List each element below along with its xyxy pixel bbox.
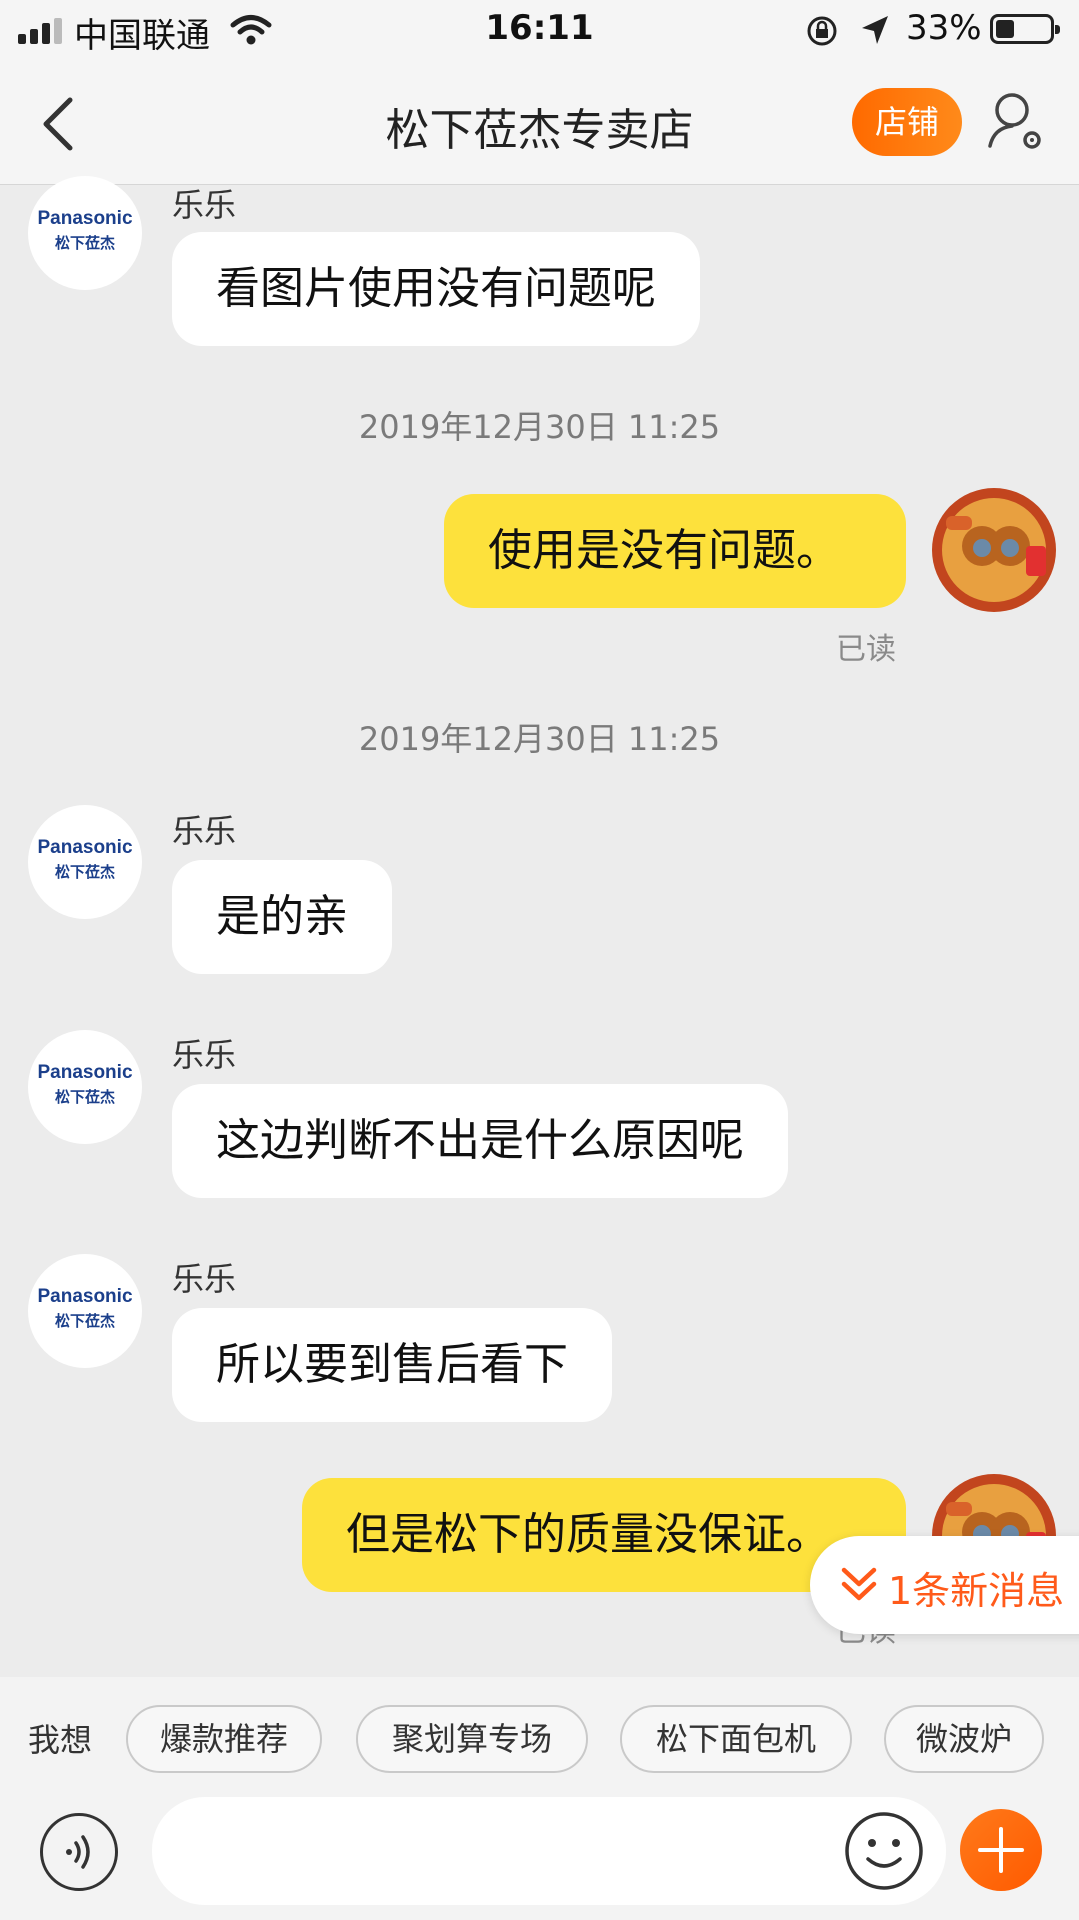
incoming-message[interactable]: 这边判断不出是什么原因呢 (172, 1084, 788, 1198)
avatar-brand: Panasonic (37, 837, 133, 858)
suggestion-chip[interactable]: 微波炉 (884, 1705, 1044, 1773)
input-bar (0, 1795, 1079, 1920)
suggestion-chip[interactable]: 爆款推荐 (126, 1705, 322, 1773)
seller-avatar[interactable]: Panasonic 松下莅杰 (28, 176, 142, 290)
battery-icon (990, 14, 1060, 44)
avatar-brand: Panasonic (37, 208, 133, 229)
suggestion-label: 我想 (28, 1721, 93, 1759)
seller-avatar[interactable]: Panasonic 松下莅杰 (28, 1030, 142, 1144)
avatar-sub: 松下莅杰 (54, 1312, 115, 1330)
seller-avatar[interactable]: Panasonic 松下莅杰 (28, 1254, 142, 1368)
battery-fill (996, 20, 1014, 38)
sender-name: 乐乐 (172, 1036, 237, 1074)
timestamp: 2019年12月30日 11:25 (358, 720, 721, 758)
double-chevron-down-icon (841, 1567, 877, 1601)
outgoing-message[interactable]: 使用是没有问题。 (444, 494, 906, 608)
new-message-notice[interactable]: 1条新消息 (810, 1536, 1079, 1634)
new-message-text: 1条新消息 (888, 1569, 1065, 1613)
voice-button[interactable] (40, 1813, 118, 1891)
emoji-icon[interactable] (842, 1809, 926, 1893)
sender-name: 乐乐 (172, 812, 237, 850)
message-input[interactable] (152, 1797, 946, 1905)
incoming-message[interactable]: 看图片使用没有问题呢 (172, 232, 700, 346)
my-avatar-icon[interactable] (930, 486, 1058, 614)
avatar-brand: Panasonic (37, 1286, 133, 1307)
location-icon (862, 16, 888, 44)
incoming-message[interactable]: 是的亲 (172, 860, 392, 974)
shop-button[interactable]: 店铺 (852, 88, 962, 156)
add-button[interactable] (960, 1809, 1042, 1891)
user-settings-icon[interactable] (986, 90, 1046, 154)
timestamp: 2019年12月30日 11:25 (358, 408, 721, 446)
avatar-brand: Panasonic (37, 1062, 133, 1083)
incoming-message[interactable]: 所以要到售后看下 (172, 1308, 612, 1422)
avatar-sub: 松下莅杰 (54, 234, 115, 252)
suggestion-chip[interactable]: 松下面包机 (620, 1705, 852, 1773)
rotation-lock-icon (807, 16, 837, 46)
plus-icon (978, 1827, 1024, 1873)
battery-percent: 33% (906, 8, 982, 48)
nav-bar: 松下莅杰专卖店 店铺 (0, 60, 1079, 185)
status-bar: 中国联通 16:11 33% (0, 0, 1079, 60)
voice-icon (66, 1835, 90, 1869)
battery-nub (1055, 25, 1060, 34)
seller-avatar[interactable]: Panasonic 松下莅杰 (28, 805, 142, 919)
avatar-sub: 松下莅杰 (54, 1088, 115, 1106)
suggestion-chip[interactable]: 聚划算专场 (356, 1705, 588, 1773)
read-receipt: 已读 (836, 632, 896, 667)
suggestion-bar: 我想 爆款推荐 聚划算专场 松下面包机 微波炉 (0, 1677, 1079, 1795)
sender-name: 乐乐 (172, 1260, 237, 1298)
avatar-sub: 松下莅杰 (54, 863, 115, 881)
sender-name: 乐乐 (172, 186, 237, 224)
